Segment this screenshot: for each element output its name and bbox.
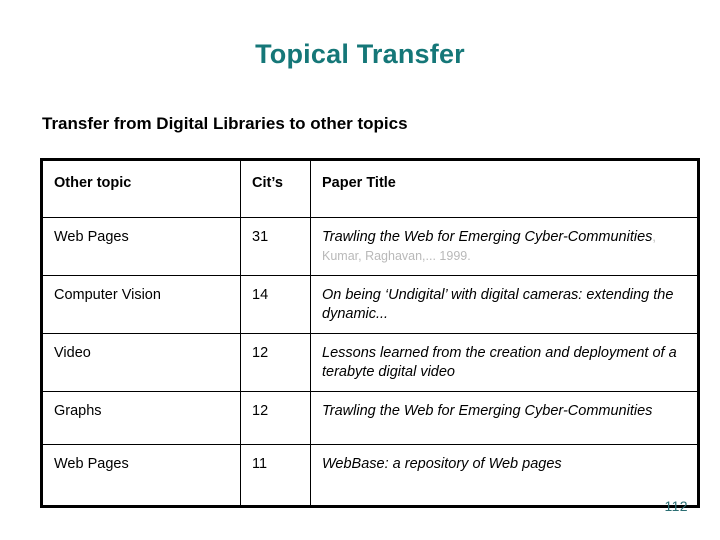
paper-title-text: Trawling the Web for Emerging Cyber-Comm… [322,403,653,420]
page-number: 112 [664,498,688,514]
cell-cits: 31 [240,216,311,277]
cell-other-topic: Computer Vision [41,275,241,335]
column-header-cits: Cit’s [240,159,311,218]
paper-title-text: WebBase: a repository of Web pages [322,456,562,473]
paper-title-text: On being ‘Undigital’ with digital camera… [322,287,674,322]
column-header-paper-title: Paper Title [310,159,699,218]
topical-transfer-table-wrapper: Other topic Cit’s Paper Title Web Pages … [40,158,700,509]
page-title: Topical Transfer [255,39,465,69]
cell-other-topic: Graphs [41,391,241,446]
cell-paper-title: Lessons learned from the creation and de… [310,333,699,393]
table-row: Graphs 12 Trawling the Web for Emerging … [41,391,699,446]
cell-other-topic: Web Pages [41,216,241,277]
cell-paper-title: Trawling the Web for Emerging Cyber-Comm… [310,216,699,277]
column-header-other-topic: Other topic [41,159,241,218]
cell-other-topic: Video [41,333,241,393]
topical-transfer-table: Other topic Cit’s Paper Title Web Pages … [40,158,700,509]
table-body: Web Pages 31 Trawling the Web for Emergi… [41,216,699,508]
cell-cits: 11 [240,444,311,508]
table-row: Web Pages 31 Trawling the Web for Emergi… [41,216,699,277]
table-row: Video 12 Lessons learned from the creati… [41,333,699,393]
cell-cits: 12 [240,391,311,446]
table-header: Other topic Cit’s Paper Title [41,159,699,218]
table-row: Computer Vision 14 On being ‘Undigital’ … [41,275,699,335]
cell-cits: 12 [240,333,311,393]
table-header-row: Other topic Cit’s Paper Title [41,159,699,218]
cell-other-topic: Web Pages [41,444,241,508]
cell-cits: 14 [240,275,311,335]
table-row: Web Pages 11 WebBase: a repository of We… [41,444,699,508]
slide-subtitle: Transfer from Digital Libraries to other… [42,114,408,133]
cell-paper-title: WebBase: a repository of Web pages [310,444,699,508]
paper-title-text: Lessons learned from the creation and de… [322,345,677,380]
paper-title-text: Trawling the Web for Emerging Cyber-Comm… [322,229,653,245]
slide-canvas: Topical Transfer Transfer from Digital L… [0,0,720,540]
cell-paper-title: On being ‘Undigital’ with digital camera… [310,275,699,335]
cell-paper-title: Trawling the Web for Emerging Cyber-Comm… [310,391,699,446]
